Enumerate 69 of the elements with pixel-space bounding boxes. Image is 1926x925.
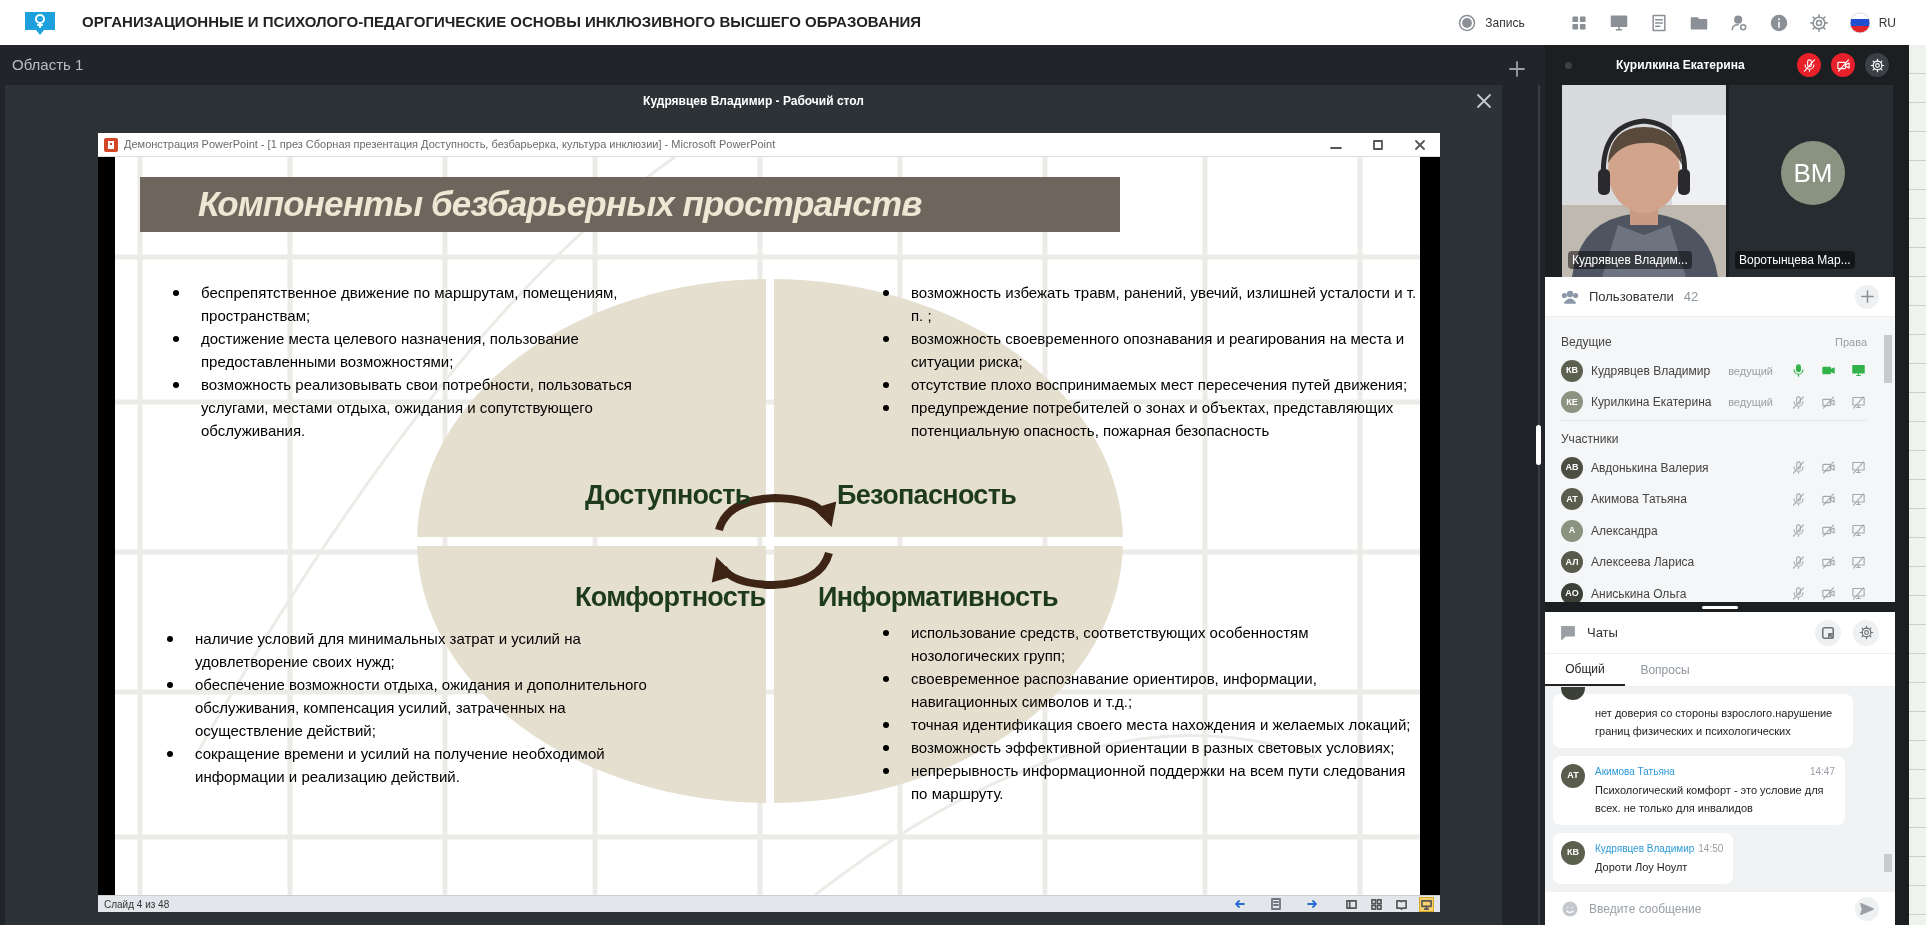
message-time: 14:50 bbox=[1698, 842, 1724, 856]
user-name: Александра bbox=[1591, 522, 1659, 540]
bullet-text: беспрепятственное движение по маршрутам, помещениям, пространствам; bbox=[201, 283, 619, 326]
avatar: АЛ bbox=[1561, 551, 1583, 574]
user-row[interactable]: АЛ Алексеева Лариса bbox=[1561, 546, 1867, 578]
bullet-text: наличие условий для минимальных затрат и усилий на удовлетворение своих нужд; bbox=[195, 629, 582, 672]
quadrant-title: Комфортность bbox=[575, 581, 766, 614]
user-name: Курилкина Екатерина bbox=[1591, 394, 1713, 412]
message-time: 14:47 bbox=[1809, 765, 1835, 779]
message-author: Акимова Татьяна bbox=[1595, 765, 1676, 779]
quadrant-title: Безопасность bbox=[837, 479, 1017, 512]
message-text: Дороти Лоу Ноулт bbox=[1595, 860, 1689, 875]
language-label[interactable]: RU bbox=[1878, 13, 1896, 32]
quadrant-title: Информативность bbox=[818, 581, 1058, 614]
bullet-text: точная идентификация своего места нахождения и желаемых локаций; bbox=[911, 715, 1411, 735]
user-row[interactable]: КЕ Курилкина Екатерина ведущий bbox=[1561, 386, 1867, 418]
message-text: Психологический комфорт - это условие для всех. не только для инвалидов bbox=[1595, 783, 1825, 816]
user-name: Кудрявцев Владимир bbox=[1591, 362, 1712, 380]
bullet-text: возможность эффективной ориентации в разных световых условиях; bbox=[911, 738, 1395, 758]
user-name: Авдонькина Валерия bbox=[1591, 459, 1710, 477]
user-count: 42 bbox=[1683, 287, 1700, 306]
panel-title: Чаты bbox=[1587, 623, 1619, 642]
avatar: КЕ bbox=[1561, 391, 1583, 414]
user-name: Курилкина Екатерина bbox=[1616, 57, 1746, 74]
avatar: АВ bbox=[1561, 456, 1583, 479]
slide-counter: Слайд 4 из 48 bbox=[104, 897, 171, 912]
avatar: КВ bbox=[1561, 841, 1585, 865]
user-name: Аниськина Ольга bbox=[1591, 585, 1688, 602]
bullet-text: обеспечение возможности отдыха, ожидания и дополнительного обслуживания, компенсация усилий, затраченных на осуществление действий; bbox=[195, 675, 648, 741]
record-label[interactable]: Запись bbox=[1485, 13, 1525, 32]
bullet-text: непрерывность информационной поддержки на всем пути следования по маршруту. bbox=[911, 761, 1407, 804]
bullet-text: возможность своевременного опознавания и реагирования на места и ситуации риска; bbox=[911, 329, 1406, 372]
area-label: Область 1 bbox=[12, 54, 84, 75]
user-row[interactable]: А Александра bbox=[1561, 515, 1867, 547]
avatar: ВМ bbox=[1781, 141, 1845, 205]
bullet-text: использование средств, соответствующих особенностям нозологических групп; bbox=[911, 623, 1310, 666]
group-title: Ведущие bbox=[1561, 334, 1613, 351]
user-name: Акимова Татьяна bbox=[1591, 491, 1688, 509]
avatar: А bbox=[1561, 519, 1583, 542]
group-title: Участники bbox=[1561, 430, 1620, 448]
video-tile[interactable]: ВМ Воротынцева Мар... bbox=[1729, 85, 1893, 277]
share-title: Кудрявцев Владимир - Рабочий стол bbox=[643, 93, 864, 110]
role-label: ведущий bbox=[1728, 395, 1773, 410]
slide-title: Компоненты безбарьерных пространств bbox=[198, 183, 922, 226]
bullet-text: своевременное распознавание ориентиров, информации, навигационных символов и т.д.; bbox=[911, 669, 1318, 712]
message-author: Кудрявцев Владимир bbox=[1595, 842, 1695, 856]
bullet-text: достижение места целевого назначения, пользование предоставленными возможностями; bbox=[201, 329, 580, 372]
avatar: АТ bbox=[1561, 764, 1585, 788]
participant-name: Кудрявцев Владим... bbox=[1568, 251, 1692, 269]
avatar: КВ bbox=[1561, 359, 1583, 382]
course-title: ОРГАНИЗАЦИОННЫЕ И ПСИХОЛОГО-ПЕДАГОГИЧЕСКИЕ ОСНОВЫ ИНКЛЮЗИВНОГО ВЫСШЕГО ОБРАЗОВАНИЯ bbox=[82, 12, 923, 33]
avatar: АО bbox=[1561, 582, 1583, 602]
user-row[interactable]: АТ Акимова Татьяна bbox=[1561, 483, 1867, 515]
avatar: АТ bbox=[1561, 488, 1583, 511]
user-row[interactable]: КВ Кудрявцев Владимир ведущий bbox=[1561, 355, 1867, 387]
bullet-text: сокращение времени и усилий на получение необходимой информации и реализацию действий. bbox=[195, 744, 606, 787]
bullet-text: возможность избежать травм, ранений, увечий, излишней усталости и т. п. ; bbox=[911, 283, 1418, 326]
message-input[interactable]: Введите сообщение bbox=[1589, 899, 1845, 918]
window-title: Демонстрация PowerPoint - [1 през Сборная презентация Доступность, безбарьерка, культура инклюзии] - Microsoft PowerPoint bbox=[124, 137, 777, 153]
user-name: Алексеева Лариса bbox=[1591, 554, 1696, 572]
user-row[interactable]: АВ Авдонькина Валерия bbox=[1561, 452, 1867, 484]
participant-name: Воротынцева Мар... bbox=[1735, 251, 1855, 269]
role-label: ведущий bbox=[1728, 363, 1773, 379]
message-text: нет доверия со стороны взрослого.нарушение границ физических и психологических bbox=[1595, 706, 1834, 739]
rights-label: Права bbox=[1835, 334, 1867, 350]
bullet-text: предупреждение потребителей о зонах и объектах, представляющих потенциальную опасность, пожарная безопасность bbox=[911, 398, 1395, 441]
bullet-text: отсутствие плохо воспринимаемых мест пересечения путей движения; bbox=[911, 375, 1408, 395]
bullet-text: возможность реализовывать свои потребности, пользоваться услугами, местами отдыха, ожидания и сопутствующего обслуживания. bbox=[201, 375, 633, 441]
panel-title: Пользователи bbox=[1589, 287, 1674, 306]
